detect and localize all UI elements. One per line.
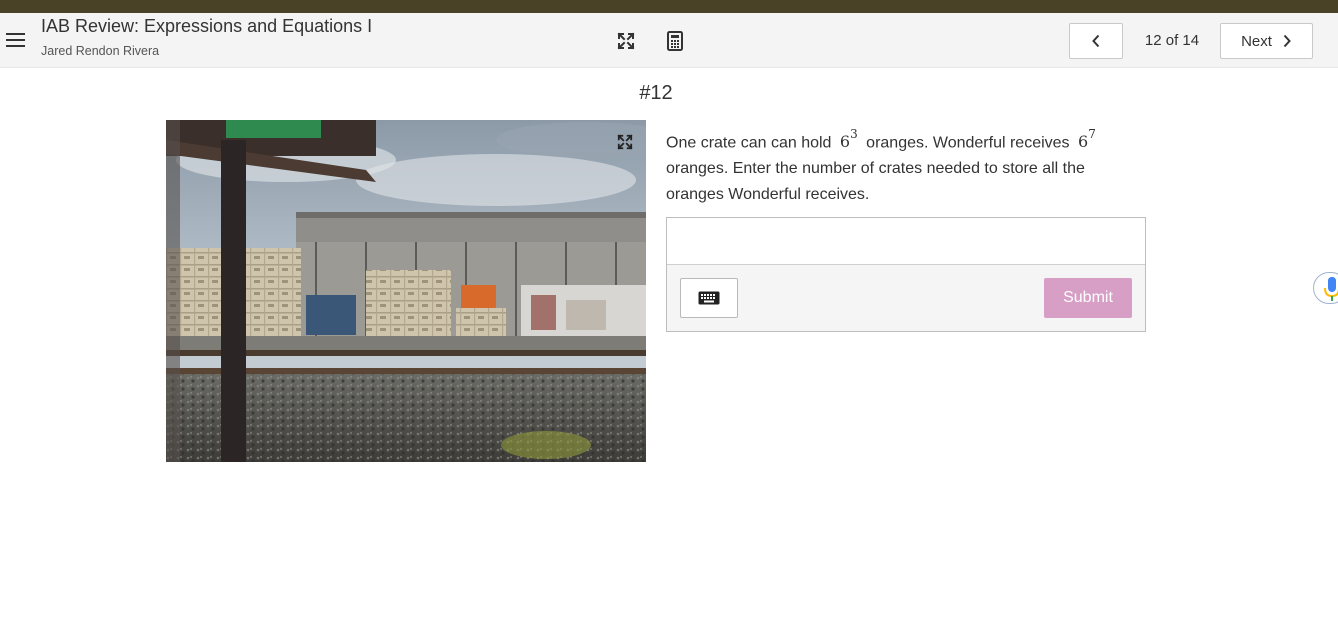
student-name: Jared Rendon Rivera xyxy=(41,44,160,58)
calculator-button[interactable] xyxy=(661,27,689,55)
chevron-left-icon xyxy=(1092,34,1100,48)
question-photo xyxy=(166,120,646,462)
orange-crates-photo xyxy=(166,120,646,462)
next-label: Next xyxy=(1241,32,1272,50)
answer-input[interactable] xyxy=(667,218,1145,265)
previous-button[interactable] xyxy=(1069,23,1123,59)
answer-area: Submit xyxy=(666,217,1146,332)
top-stripe xyxy=(0,0,1338,13)
math-power-1: 63 xyxy=(839,127,858,152)
expand-arrows-icon xyxy=(617,134,633,150)
question-prompt: One crate can can hold 63 oranges. Wonde… xyxy=(666,124,1126,208)
question-number: #12 xyxy=(639,82,673,104)
fullscreen-button[interactable] xyxy=(612,27,640,55)
next-button[interactable]: Next xyxy=(1220,23,1313,59)
prompt-text-1: One crate can can hold xyxy=(666,134,832,152)
expand-image-button[interactable] xyxy=(611,128,639,156)
voice-input-button[interactable] xyxy=(1313,272,1338,304)
expand-arrows-icon xyxy=(617,32,635,50)
keyboard-button[interactable] xyxy=(680,278,738,318)
math-power-2: 67 xyxy=(1078,127,1096,152)
assignment-title: IAB Review: Expressions and Equations I xyxy=(41,16,373,36)
power-2-exponent: 7 xyxy=(1088,127,1096,141)
power-1-base: 6 xyxy=(839,132,851,152)
calculator-icon xyxy=(667,31,683,51)
hamburger-menu-icon[interactable] xyxy=(5,29,27,51)
prompt-text-2: oranges. Wonderful receives xyxy=(866,134,1070,152)
page-counter: 12 of 14 xyxy=(1144,32,1200,49)
header-bar: IAB Review: Expressions and Equations I … xyxy=(0,13,1338,68)
submit-button[interactable]: Submit xyxy=(1044,278,1132,318)
chevron-right-icon xyxy=(1283,34,1291,48)
power-2-base: 6 xyxy=(1078,132,1089,152)
power-1-exponent: 3 xyxy=(850,127,858,141)
keyboard-icon xyxy=(698,291,720,305)
prompt-text-3: oranges. Enter the number of crates need… xyxy=(666,160,1085,204)
microphone-icon xyxy=(1324,277,1338,301)
